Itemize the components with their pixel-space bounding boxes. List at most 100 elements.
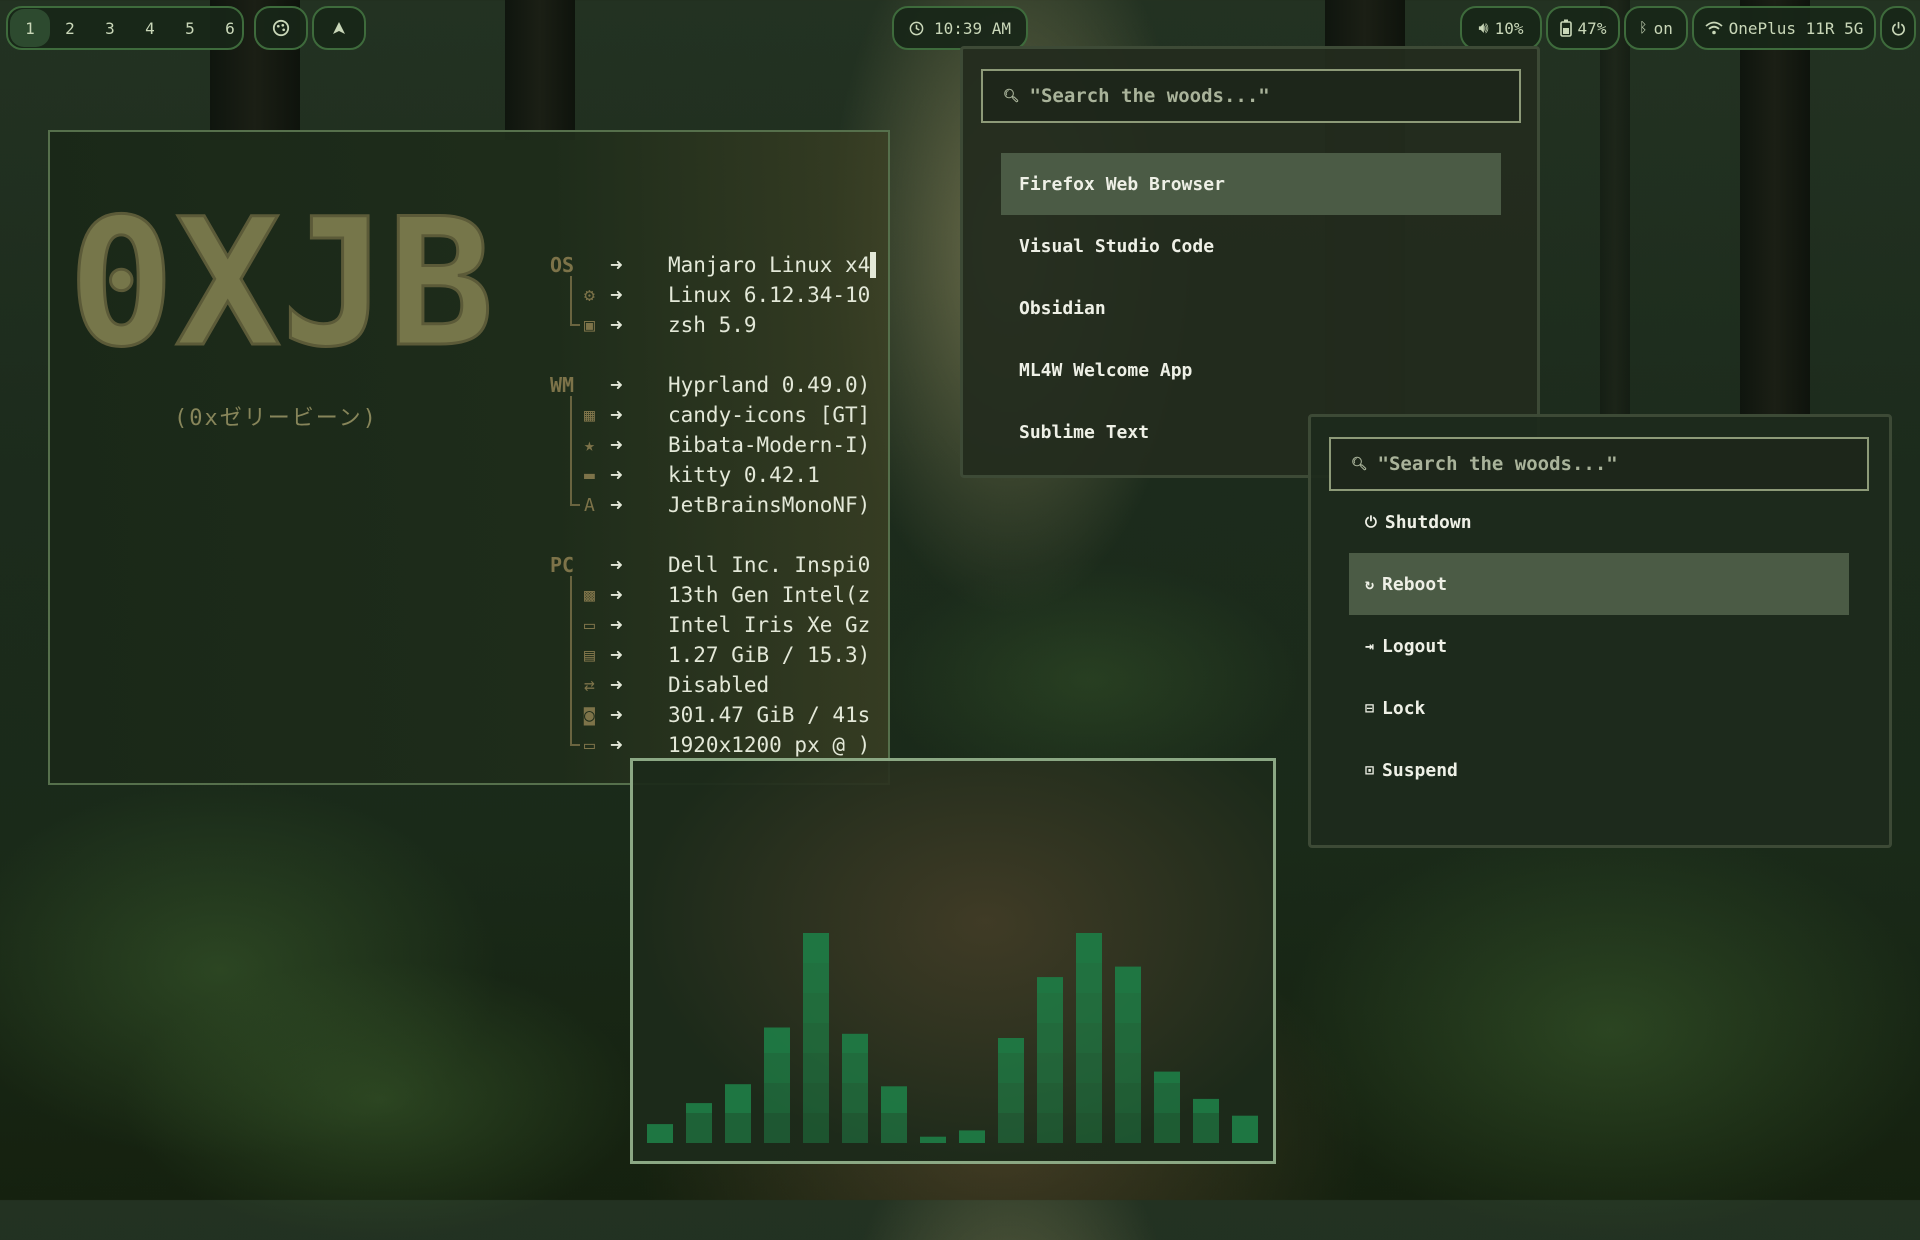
info-value: JetBrainsMonoNF)	[668, 493, 871, 517]
info-value: 1.27 GiB / 15.3)	[668, 643, 871, 667]
visualizer-bar-segment	[1037, 1053, 1063, 1083]
power-menu-item[interactable]: ⏻ Shutdown	[1349, 491, 1849, 553]
launcher-search-input[interactable]: 🔍︎ "Search the woods..."	[981, 69, 1521, 123]
arrow-icon: ➜	[610, 613, 623, 637]
workspace-button[interactable]: 1	[10, 9, 50, 47]
info-value: candy-icons [GT]	[668, 403, 871, 427]
arrow-icon: ➜	[610, 373, 623, 397]
launcher-item[interactable]: Obsidian	[1001, 277, 1501, 339]
disk-icon: ◙	[584, 704, 595, 726]
visualizer-bar-segment	[1193, 1113, 1219, 1143]
logout-icon: ⇥	[1365, 637, 1375, 655]
launcher-item[interactable]: Firefox Web Browser	[1001, 153, 1501, 215]
visualizer-bar-segment	[842, 1083, 868, 1113]
bluetooth-icon: ᛒ	[1639, 20, 1648, 36]
launcher-item[interactable]: Visual Studio Code	[1001, 215, 1501, 277]
power-icon: ⏻	[1365, 513, 1377, 531]
ascii-logo: 0XJB	[68, 202, 496, 352]
visualizer-bar-segment	[998, 1083, 1024, 1113]
visualizer-bar-segment	[1076, 1083, 1102, 1113]
star-icon: ★	[584, 434, 595, 456]
workspace-button[interactable]: 4	[130, 9, 170, 47]
launcher-item-label: ML4W Welcome App	[1019, 359, 1193, 381]
power-menu-item-label: Shutdown	[1384, 511, 1472, 533]
display-icon: ▭	[584, 734, 595, 756]
power-menu-item-label: Suspend	[1382, 759, 1458, 781]
info-row: ▤ ➜ 1.27 GiB / 15.3)	[550, 640, 888, 670]
info-value: Manjaro Linux x4	[668, 253, 871, 277]
arch-menu-button[interactable]	[312, 6, 366, 50]
info-value: Disabled	[668, 673, 770, 697]
power-menu-item[interactable]: ⊟ Lock	[1349, 677, 1849, 739]
info-row: ▬ ➜ kitty 0.42.1	[550, 460, 888, 490]
power-search-placeholder: "Search the woods..."	[1377, 453, 1618, 475]
workspace-button[interactable]: 5	[170, 9, 210, 47]
info-row: A ➜ JetBrainsMonoNF)	[550, 490, 888, 520]
volume-widget[interactable]: 🔊︎ 10%	[1460, 6, 1542, 50]
palette-button[interactable]	[254, 6, 308, 50]
visualizer-bar-segment	[764, 1053, 790, 1083]
workspace-button[interactable]: 3	[90, 9, 130, 47]
visualizer-bar-segment	[1115, 1053, 1141, 1083]
info-row: ★ ➜ Bibata-Modern-I)	[550, 430, 888, 460]
visualizer-bar-segment	[803, 1053, 829, 1083]
bluetooth-widget[interactable]: ᛒ on	[1624, 6, 1688, 50]
visualizer-bar-segment	[803, 963, 829, 993]
arrow-icon: ➜	[610, 463, 623, 487]
launcher-item-label: Firefox Web Browser	[1019, 173, 1225, 195]
power-menu-item-label: Logout	[1382, 635, 1448, 657]
power-button[interactable]	[1880, 6, 1916, 50]
terminal-window[interactable]: 0XJB (0xゼリービーン) OS ➜ Manjaro Linux x4 ⚙ ➜ Lin…	[48, 130, 890, 785]
info-row: ⚙ ➜ Linux 6.12.34-10	[550, 280, 888, 310]
section-key: OS	[550, 253, 575, 277]
clock-widget[interactable]: 10:39 AM	[892, 6, 1028, 50]
power-menu-item-label: Reboot	[1382, 573, 1448, 595]
visualizer-bar-segment	[1115, 966, 1141, 993]
arrow-icon: ➜	[610, 253, 623, 277]
volume-text: 10%	[1494, 18, 1524, 38]
visualizer-bar-segment	[842, 1033, 868, 1053]
visualizer-bar-segment	[842, 1053, 868, 1083]
battery-text: 47%	[1577, 18, 1607, 38]
workspace-button[interactable]: 2	[50, 9, 90, 47]
visualizer-bar-segment	[1037, 977, 1063, 993]
visualizer-bar-segment	[1154, 1113, 1180, 1143]
audio-visualizer	[630, 758, 1276, 1164]
power-menu-item[interactable]: ⊡ Suspend	[1349, 739, 1849, 801]
power-search-input[interactable]: 🔍︎ "Search the woods..."	[1329, 437, 1869, 491]
visualizer-bar-segment	[1037, 1083, 1063, 1113]
power-menu-item[interactable]: ⇥ Logout	[1349, 615, 1849, 677]
info-value: Dell Inc. Inspi0	[668, 553, 871, 577]
arrow-icon: ➜	[610, 433, 623, 457]
arrow-icon: ➜	[610, 703, 623, 727]
section-key: PC	[550, 553, 575, 577]
arrow-icon: ➜	[610, 673, 623, 697]
info-value: 1920x1200 px @ )	[668, 733, 871, 757]
cpu-icon: ▩	[584, 584, 595, 606]
wifi-widget[interactable]: OnePlus 11R 5G	[1692, 6, 1876, 50]
arrow-icon: ➜	[610, 493, 623, 517]
battery-widget[interactable]: 47%	[1546, 6, 1620, 50]
visualizer-bar-segment	[764, 1027, 790, 1053]
arrow-icon: ➜	[610, 643, 623, 667]
visualizer-bar-segment	[725, 1084, 751, 1113]
workspace-button[interactable]: 6	[210, 9, 250, 47]
text-cursor	[870, 252, 877, 278]
visualizer-bar-segment	[803, 1023, 829, 1053]
visualizer-bar-segment	[998, 1038, 1024, 1053]
logo-subtitle: (0xゼリービーン)	[174, 406, 378, 431]
info-row: WM ➜ Hyprland 0.49.0)	[550, 370, 888, 400]
launcher-item[interactable]: ML4W Welcome App	[1001, 339, 1501, 401]
gpu-icon: ▭	[584, 614, 595, 636]
visualizer-bar-segment	[1037, 1023, 1063, 1053]
visualizer-bar-segment	[1232, 1115, 1258, 1143]
visualizer-bar-segment	[1115, 1023, 1141, 1053]
info-value: zsh 5.9	[668, 313, 757, 337]
info-value: 301.47 GiB / 41s	[668, 703, 871, 727]
visualizer-bar-segment	[881, 1086, 907, 1113]
visualizer-bar-segment	[998, 1113, 1024, 1143]
power-menu-item[interactable]: ↻ Reboot	[1349, 553, 1849, 615]
visualizer-bar-segment	[1076, 1053, 1102, 1083]
visualizer-bar-segment	[1154, 1071, 1180, 1083]
visualizer-bar-segment	[803, 993, 829, 1023]
